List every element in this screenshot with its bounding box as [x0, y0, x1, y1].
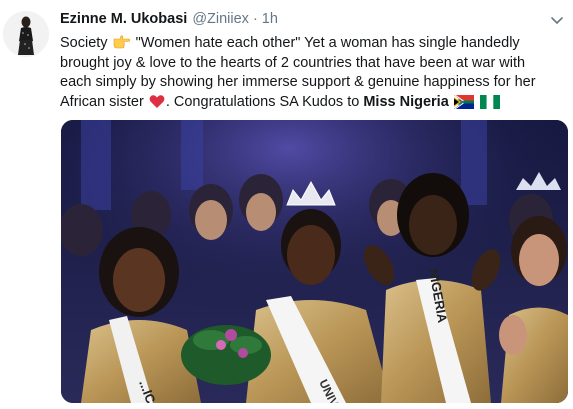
- tweet-line-4: African sister . Congratulations SA Kudo…: [60, 93, 560, 113]
- author-handle[interactable]: @Ziniiex: [192, 11, 249, 27]
- chevron-down-icon[interactable]: [548, 12, 566, 30]
- flag-south-africa-icon: [453, 94, 474, 116]
- text-society: Society: [60, 35, 108, 51]
- tweet-timestamp[interactable]: 1h: [262, 11, 278, 27]
- text-quote: "Women hate each other" Yet a woman has …: [135, 35, 520, 51]
- avatar[interactable]: [3, 11, 49, 57]
- bouquet: [181, 325, 271, 385]
- tweet-card[interactable]: Ezinne M. Ukobasi @Ziniiex · 1h Society …: [0, 0, 573, 409]
- author-name[interactable]: Ezinne M. Ukobasi: [60, 11, 187, 27]
- text-miss-nigeria: Miss Nigeria: [363, 93, 449, 110]
- tweet-text: Society "Women hate each other" Yet a wo…: [60, 34, 560, 112]
- tweet-line-3: each simply by showing her immerse suppo…: [60, 74, 536, 90]
- red-heart-icon: [149, 94, 165, 116]
- separator-dot: ·: [252, 11, 258, 27]
- tweet-line-2: brought joy & love to the hearts of 2 co…: [60, 54, 526, 71]
- avatar-image: [3, 11, 49, 57]
- tweet-line-1: Society "Women hate each other" Yet a wo…: [60, 34, 560, 54]
- flag-nigeria-icon: [479, 94, 500, 116]
- tweet-photo[interactable]: ...ICA UNIVE... NIGERIA: [61, 120, 568, 403]
- text-congratulations: . Congratulations SA Kudos to: [165, 93, 360, 110]
- text-african-sister: African sister: [60, 93, 144, 110]
- tweet-header: Ezinne M. Ukobasi @Ziniiex · 1h: [60, 11, 278, 31]
